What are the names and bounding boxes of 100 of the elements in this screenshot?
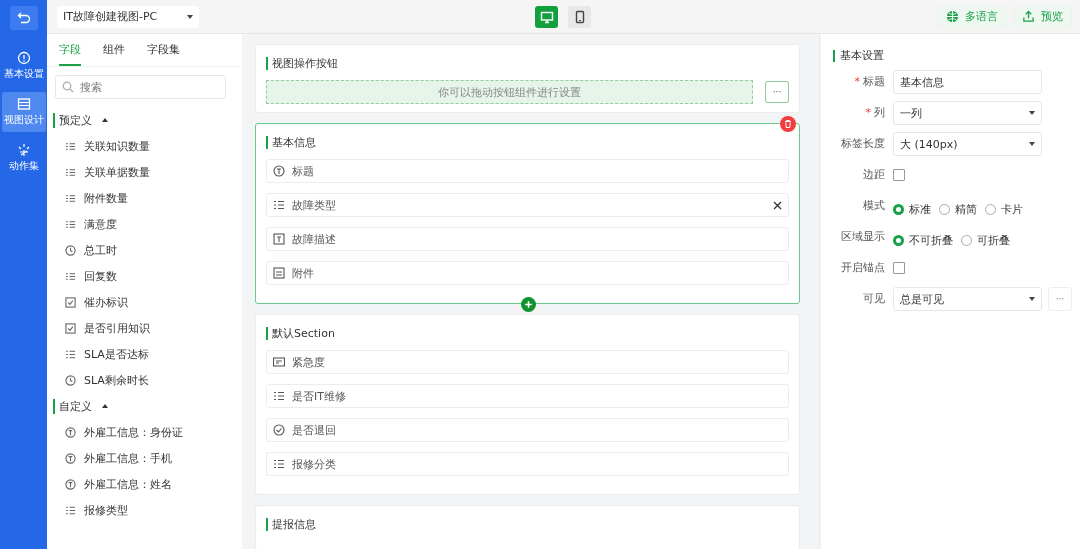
radio-option[interactable]: 不可折叠: [893, 232, 953, 248]
select-field[interactable]: 一列: [893, 101, 1042, 125]
info-icon: [16, 51, 31, 65]
form-field[interactable]: 紧急度: [266, 350, 789, 374]
field-label: 列: [874, 106, 885, 119]
radio-option[interactable]: 可折叠: [961, 232, 1010, 248]
radio-option[interactable]: 标准: [893, 201, 931, 217]
form-field[interactable]: 报修分类: [266, 452, 789, 476]
more-button[interactable]: ···: [1048, 287, 1072, 311]
number-icon: [65, 166, 76, 178]
form-field[interactable]: 是否退回: [266, 418, 789, 442]
clock-icon: [65, 374, 76, 386]
collapse-icon[interactable]: [100, 402, 110, 410]
number-icon: [65, 192, 76, 204]
text-icon: [65, 452, 76, 464]
nav-item[interactable]: 基本设置: [1, 46, 46, 86]
text-field[interactable]: 基本信息: [893, 70, 1042, 94]
mobile-toggle[interactable]: [568, 5, 591, 28]
globe-icon: [946, 10, 959, 23]
section-title: 默认Section: [266, 327, 789, 340]
number-icon: [65, 218, 76, 230]
field-label: 开启锚点: [841, 261, 885, 274]
select-field[interactable]: 大 (140px): [893, 132, 1042, 156]
section-card[interactable]: 默认Section 紧急度 是否IT维修 是否退回 报修分类: [255, 314, 800, 495]
checkbox[interactable]: [893, 169, 905, 181]
close-icon[interactable]: [773, 200, 782, 210]
field-tab[interactable]: 组件: [103, 34, 125, 66]
field-item[interactable]: 关联单据数量: [47, 159, 242, 185]
desktop-toggle[interactable]: [535, 5, 558, 28]
required-mark: *: [865, 106, 871, 119]
list-icon: [65, 504, 76, 516]
clock-icon: [65, 244, 76, 256]
form-field[interactable]: 故障类型: [266, 193, 789, 217]
field-tab[interactable]: 字段集: [147, 34, 180, 66]
checkbox-icon: [65, 322, 76, 334]
back-button[interactable]: [9, 6, 38, 30]
radio-option[interactable]: 卡片: [985, 201, 1023, 217]
radio-button[interactable]: [893, 234, 904, 246]
group-title: 预定义: [53, 112, 92, 128]
layout-icon: [16, 97, 31, 111]
more-button[interactable]: ···: [765, 81, 789, 103]
field-item[interactable]: 回复数: [47, 263, 242, 289]
field-label: 标签长度: [841, 137, 885, 150]
field-tab[interactable]: 字段: [59, 34, 81, 66]
back-arrow-icon: [16, 11, 31, 25]
list-icon: [273, 390, 285, 402]
section-title: 基本信息: [266, 136, 789, 149]
field-item[interactable]: 催办标识: [47, 289, 242, 315]
form-field[interactable]: 故障描述: [266, 227, 789, 251]
group-title: 自定义: [53, 398, 92, 414]
field-label: 可见: [863, 292, 885, 305]
field-label: 区域显示: [841, 230, 885, 243]
caret-icon: [187, 14, 193, 19]
check-icon: [273, 424, 285, 436]
select-field[interactable]: 总是可见: [893, 287, 1042, 311]
settings-title: 基本设置: [833, 50, 1068, 62]
search-icon: [62, 81, 74, 93]
number-icon: [65, 140, 76, 152]
radio-option[interactable]: 精简: [939, 201, 977, 217]
field-label: 模式: [863, 199, 885, 212]
radio-button[interactable]: [893, 203, 904, 215]
form-field[interactable]: 标题: [266, 159, 789, 183]
checkbox-icon: [65, 296, 76, 308]
text-icon: [65, 478, 76, 490]
monitor-icon: [539, 9, 554, 24]
section-title: 视图操作按钮: [266, 57, 789, 70]
list-icon: [273, 199, 285, 211]
field-item[interactable]: 报修类型: [47, 497, 242, 523]
nav-item[interactable]: 动作集: [1, 138, 46, 178]
field-item[interactable]: 外雇工信息：身份证: [47, 419, 242, 445]
tag-icon: [273, 356, 285, 368]
field-item[interactable]: 附件数量: [47, 185, 242, 211]
section-card[interactable]: 提报信息: [255, 505, 800, 549]
collapse-icon[interactable]: [100, 116, 110, 124]
text-icon: [65, 426, 76, 438]
text-icon: [273, 165, 285, 177]
field-label: 标题: [863, 75, 885, 88]
field-item[interactable]: 外雇工信息：手机: [47, 445, 242, 471]
image-icon: [273, 267, 285, 279]
checkbox[interactable]: [893, 262, 905, 274]
field-item[interactable]: SLA是否达标: [47, 341, 242, 367]
field-label: 边距: [863, 168, 885, 181]
view-select[interactable]: IT故障创建视图-PC: [57, 5, 199, 28]
field-item[interactable]: 关联知识数量: [47, 133, 242, 159]
number-icon: [65, 270, 76, 282]
form-field[interactable]: 附件: [266, 261, 789, 285]
form-field[interactable]: 是否IT维修: [266, 384, 789, 408]
search-field[interactable]: 搜索: [55, 75, 226, 99]
field-item[interactable]: 总工时: [47, 237, 242, 263]
list-icon: [273, 458, 285, 470]
section-card[interactable]: 基本信息 标题 故障类型 故障描述 附件: [255, 123, 800, 304]
field-item[interactable]: SLA剩余时长: [47, 367, 242, 393]
spark-icon: [16, 143, 31, 157]
section-title: 提报信息: [266, 518, 789, 531]
field-item[interactable]: 是否引用知识: [47, 315, 242, 341]
textarea-icon: [273, 233, 285, 245]
delete-icon[interactable]: [780, 116, 796, 132]
field-item[interactable]: 外雇工信息：姓名: [47, 471, 242, 497]
field-item[interactable]: 满意度: [47, 211, 242, 237]
add-icon[interactable]: [520, 297, 536, 312]
